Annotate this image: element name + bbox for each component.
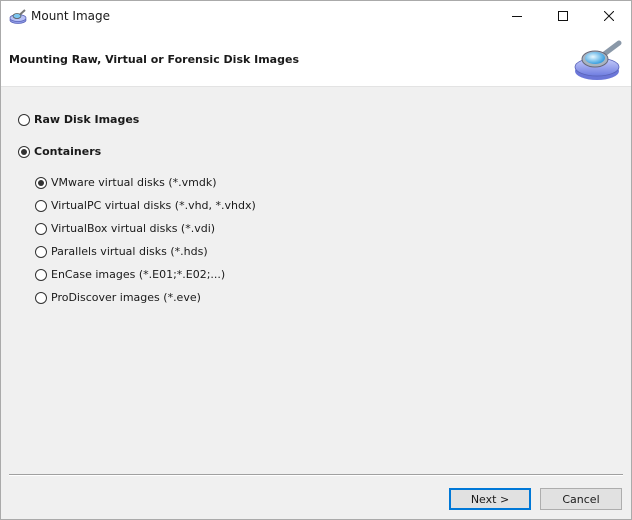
wizard-header: Mounting Raw, Virtual or Forensic Disk I… xyxy=(1,31,631,87)
encase-label: EnCase images (*.E01;*.E02;...) xyxy=(51,268,226,281)
mount-image-dialog: Mount Image Mounting Raw, Virtual or For… xyxy=(0,0,632,520)
close-icon xyxy=(604,11,614,21)
window-title: Mount Image xyxy=(31,9,111,23)
container-type-parallels[interactable]: Parallels virtual disks (*.hds) xyxy=(35,245,208,258)
disk-magnifier-icon xyxy=(574,40,622,80)
parallels-radio[interactable] xyxy=(35,245,47,258)
cancel-button[interactable]: Cancel xyxy=(540,488,622,510)
close-button[interactable] xyxy=(586,1,632,31)
virtualbox-radio[interactable] xyxy=(35,222,47,235)
header-title: Mounting Raw, Virtual or Forensic Disk I… xyxy=(9,53,299,66)
encase-radio[interactable] xyxy=(35,268,47,281)
prodiscover-label: ProDiscover images (*.eve) xyxy=(51,291,201,304)
parallels-label: Parallels virtual disks (*.hds) xyxy=(51,245,208,258)
title-bar: Mount Image xyxy=(1,1,631,31)
container-type-virtualbox[interactable]: VirtualBox virtual disks (*.vdi) xyxy=(35,222,215,235)
radio-selected-dot xyxy=(38,179,44,186)
containers-label: Containers xyxy=(34,145,102,158)
prodiscover-radio[interactable] xyxy=(35,291,47,304)
container-type-prodiscover[interactable]: ProDiscover images (*.eve) xyxy=(35,291,201,304)
vmware-radio[interactable] xyxy=(35,176,47,189)
radio-selected-dot xyxy=(21,148,27,155)
next-button[interactable]: Next > xyxy=(449,488,531,510)
maximize-icon xyxy=(558,11,568,21)
virtualpc-label: VirtualPC virtual disks (*.vhd, *.vhdx) xyxy=(51,199,256,212)
containers-option[interactable]: Containers xyxy=(18,145,101,158)
container-type-virtualpc[interactable]: VirtualPC virtual disks (*.vhd, *.vhdx) xyxy=(35,199,256,212)
raw-disk-images-option[interactable]: Raw Disk Images xyxy=(18,113,139,126)
app-icon xyxy=(9,9,27,24)
raw-disk-images-label: Raw Disk Images xyxy=(34,113,140,126)
raw-disk-images-radio[interactable] xyxy=(18,113,30,126)
virtualbox-label: VirtualBox virtual disks (*.vdi) xyxy=(51,222,216,235)
footer-divider xyxy=(9,474,623,476)
maximize-button[interactable] xyxy=(540,1,586,31)
containers-radio[interactable] xyxy=(18,145,30,158)
minimize-icon xyxy=(512,16,522,17)
container-type-encase[interactable]: EnCase images (*.E01;*.E02;...) xyxy=(35,268,225,281)
container-type-vmware[interactable]: VMware virtual disks (*.vmdk) xyxy=(35,176,217,189)
vmware-label: VMware virtual disks (*.vmdk) xyxy=(51,176,217,189)
minimize-button[interactable] xyxy=(494,1,540,31)
virtualpc-radio[interactable] xyxy=(35,199,47,212)
